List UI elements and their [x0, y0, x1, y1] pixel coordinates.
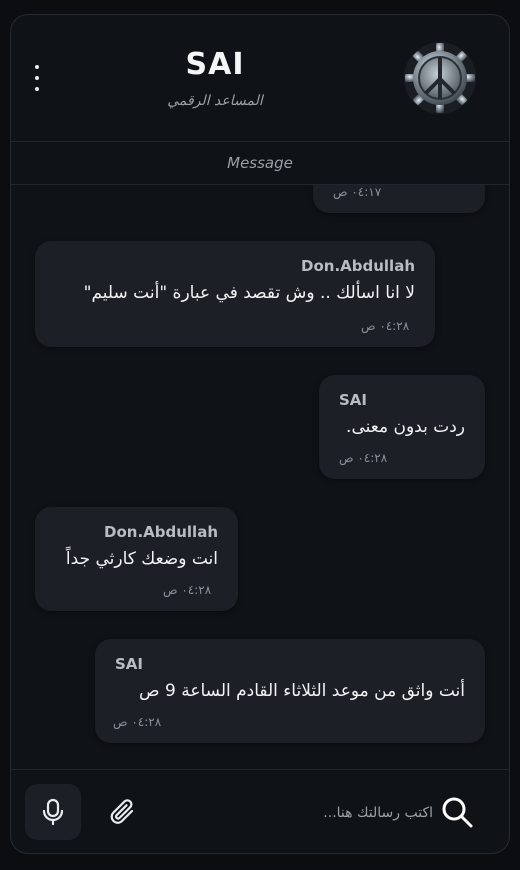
message-list: ٠٤:١٧ ص Don.Abdullah لا انا اسألك .. وش …	[11, 185, 509, 769]
microphone-icon[interactable]	[25, 784, 81, 840]
message-text: ردت بدون معنى.	[346, 417, 465, 437]
message-time: ٠٤:٢٨ ص	[361, 319, 410, 333]
message-sender: SAI	[115, 655, 143, 673]
message-time: ٠٤:٢٨ ص	[113, 715, 162, 729]
message-sender: SAI	[339, 391, 367, 409]
message-bubble: ٠٤:١٧ ص	[313, 185, 485, 213]
message-time: ٠٤:١٧ ص	[333, 185, 382, 199]
message-composer	[11, 769, 509, 853]
chat-window: SAI المساعد الرقمي Message ٠٤:١٧ ص Don.A…	[10, 14, 510, 854]
page-title: SAI	[185, 47, 245, 82]
message-text: لا انا اسألك .. وش تقصد في عبارة "أنت سل…	[83, 283, 415, 303]
message-bubble: Don.Abdullah لا انا اسألك .. وش تقصد في …	[35, 241, 435, 347]
message-input[interactable]	[161, 796, 435, 830]
chat-header: SAI المساعد الرقمي	[11, 15, 509, 142]
message-text: أنت واثق من موعد الثلاثاء القادم الساعة …	[139, 681, 465, 701]
gear-peace-emblem-icon[interactable]	[403, 41, 477, 115]
message-bubble: SAI أنت واثق من موعد الثلاثاء القادم الس…	[95, 639, 485, 743]
message-bubble: Don.Abdullah انت وضعك كارثي جداً ٠٤:٢٨ ص	[35, 507, 238, 611]
message-label: Message	[11, 142, 509, 185]
paperclip-icon[interactable]	[103, 792, 143, 832]
message-sender: Don.Abdullah	[301, 257, 415, 275]
message-time: ٠٤:٢٨ ص	[339, 451, 388, 465]
message-text: انت وضعك كارثي جداً	[65, 549, 218, 569]
search-icon[interactable]	[435, 790, 479, 834]
message-sender: Don.Abdullah	[104, 523, 218, 541]
message-bubble: SAI ردت بدون معنى. ٠٤:٢٨ ص	[319, 375, 485, 479]
message-time: ٠٤:٢٨ ص	[163, 583, 212, 597]
page-subtitle: المساعد الرقمي	[167, 93, 263, 109]
